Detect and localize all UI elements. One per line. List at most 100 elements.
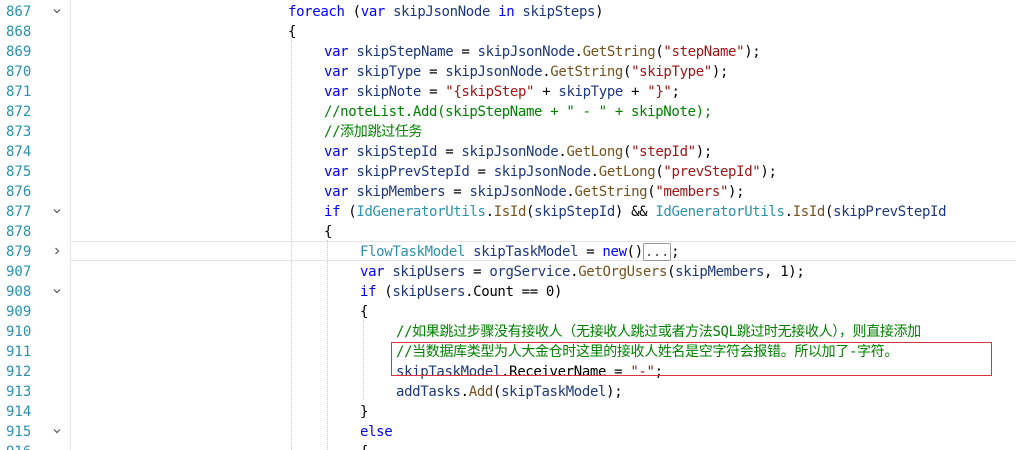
code-token: var	[360, 264, 385, 280]
code-line[interactable]: 877 if (IdGeneratorUtils.IsId(skipStepId)…	[0, 202, 1016, 222]
line-number: 874	[6, 144, 32, 160]
code-token: Count == 0)	[473, 284, 563, 300]
code-line[interactable]: 909 {	[0, 302, 1016, 322]
code-token: GetString	[574, 184, 648, 200]
code-token: .	[570, 264, 579, 280]
code-token: {	[360, 444, 368, 450]
code-token: skipJsonNode	[461, 144, 559, 160]
code-token: if	[360, 284, 377, 300]
code-token: var	[324, 144, 349, 160]
code-token: .	[566, 184, 575, 200]
code-token: =	[445, 184, 470, 200]
line-number: 867	[6, 4, 32, 20]
code-line[interactable]: 914}	[0, 402, 1016, 422]
code-token: skipPrevStepId	[356, 164, 470, 180]
code-token: (	[623, 64, 632, 80]
code-line[interactable]: 915 else	[0, 422, 1016, 442]
code-token: =	[453, 44, 478, 60]
code-token: GetLong	[566, 144, 623, 160]
code-token: =	[465, 264, 490, 280]
code-token: =	[420, 64, 446, 80]
code-line[interactable]: 876 var skipMembers = skipJsonNode.GetStr…	[0, 182, 1016, 202]
code-token: {	[288, 24, 297, 40]
code-line[interactable]: 878 {	[0, 222, 1016, 242]
line-number: 870	[6, 64, 32, 80]
code-text: var skipStepName = skipJsonNode.GetStrin…	[324, 42, 761, 62]
code-text: if (skipUsers.Count == 0)	[360, 282, 562, 302]
code-token: "}"	[647, 84, 672, 100]
code-line[interactable]: 910 //如果跳过步骤没有接收人（无接收人跳过或者方法SQL跳过时无接收人），则…	[0, 322, 1016, 342]
code-line[interactable]: 908 if (skipUsers.Count == 0)	[0, 282, 1016, 302]
line-number: 871	[6, 84, 32, 100]
code-token: (	[376, 284, 393, 300]
code-token: skipUsers	[392, 264, 466, 280]
code-text: //添加跳过任务	[324, 122, 422, 142]
code-token: foreach	[288, 4, 345, 20]
code-line[interactable]: 869 var skipStepName = skipJsonNode.GetSt…	[0, 42, 1016, 62]
code-line[interactable]: 913 addTasks.Add(skipTaskModel);	[0, 382, 1016, 402]
fold-chevron-down-icon[interactable]	[52, 6, 62, 16]
code-token: "members"	[655, 184, 729, 200]
code-token: =	[469, 164, 494, 180]
code-token: skipTaskModel	[473, 244, 579, 260]
code-editor[interactable]: 867 foreach (var skipJsonNode in skipStep…	[0, 0, 1016, 450]
code-token: IdGeneratorUtils	[356, 204, 486, 220]
code-token: "{skipStep"	[445, 84, 535, 100]
code-line[interactable]: 868 {	[0, 22, 1016, 42]
fold-chevron-down-icon[interactable]	[52, 206, 62, 216]
code-token: skipUsers	[392, 284, 466, 300]
fold-chevron-down-icon[interactable]	[52, 286, 62, 296]
code-text: FlowTaskModel skipTaskModel = new()...;	[360, 242, 680, 262]
code-text: var skipType = skipJsonNode.GetString("s…	[324, 62, 728, 82]
code-line[interactable]: 879 FlowTaskModel skipTaskModel = new()..…	[0, 242, 1016, 262]
code-line[interactable]: 867 foreach (var skipJsonNode in skipStep…	[0, 2, 1016, 22]
code-token: skipPrevStepId	[833, 204, 947, 220]
code-token: (	[492, 384, 502, 400]
code-token: skipJsonNode	[493, 164, 591, 180]
code-token: .	[590, 164, 599, 180]
code-line[interactable]: 916 {	[0, 442, 1016, 450]
line-number: 916	[6, 442, 38, 450]
code-line[interactable]: 907 var skipUsers = orgService.GetOrgUser…	[0, 262, 1016, 282]
code-token: .	[460, 384, 469, 400]
code-token: ()	[626, 244, 644, 260]
code-line[interactable]: 871 var skipNote = "{skipStep" + skipType…	[0, 82, 1016, 102]
code-token: var	[324, 164, 349, 180]
code-token: in	[498, 4, 515, 20]
code-token: =	[578, 244, 603, 260]
line-number: 872	[6, 104, 32, 120]
code-token: skipMembers	[356, 184, 446, 200]
code-token: (	[623, 144, 632, 160]
code-text: foreach (var skipJsonNode in skipSteps)	[288, 2, 604, 22]
fold-chevron-down-icon[interactable]	[52, 426, 62, 436]
code-token: skipStepId	[356, 144, 438, 160]
code-text: //noteList.Add(skipStepName + " - " + sk…	[324, 102, 712, 122]
line-number: 912	[6, 364, 32, 380]
code-token: (	[667, 264, 676, 280]
code-token: skipStepName	[356, 44, 454, 60]
code-token: );	[760, 164, 777, 180]
code-token: if	[324, 204, 341, 220]
annotation-highlight-box	[391, 342, 992, 376]
code-token: GetOrgUsers	[578, 264, 668, 280]
code-line[interactable]: 873 //添加跳过任务	[0, 122, 1016, 142]
line-number: 915	[6, 424, 32, 440]
code-token: IdGeneratorUtils	[655, 204, 785, 220]
collapsed-region-button[interactable]: ...	[642, 243, 672, 261]
code-line[interactable]: 872 //noteList.Add(skipStepName + " - " +…	[0, 102, 1016, 122]
fold-chevron-right-icon[interactable]	[52, 246, 62, 256]
code-token: );	[606, 384, 623, 400]
code-token: skipSteps	[522, 4, 596, 20]
line-number: 910	[6, 324, 32, 340]
code-text: }	[360, 402, 368, 422]
code-text: {	[360, 302, 368, 322]
code-token: ;	[671, 84, 680, 100]
code-token: skipType	[558, 84, 623, 100]
code-line[interactable]: 875 var skipPrevStepId = skipJsonNode.Get…	[0, 162, 1016, 182]
code-line[interactable]: 870 var skipType = skipJsonNode.GetString…	[0, 62, 1016, 82]
code-text: var skipNote = "{skipStep" + skipType + …	[324, 82, 680, 102]
code-line[interactable]: 874 var skipStepId = skipJsonNode.GetLong…	[0, 142, 1016, 162]
code-token: skipJsonNode	[393, 4, 491, 20]
code-token: )	[595, 4, 604, 20]
code-token: skipType	[356, 64, 421, 80]
